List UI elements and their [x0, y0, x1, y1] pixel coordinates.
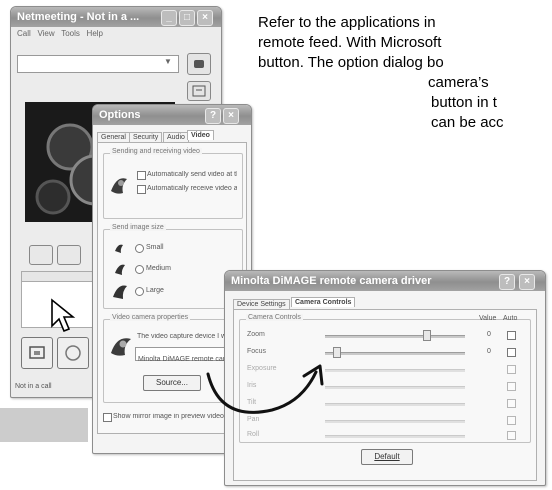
size-large-radio[interactable]	[135, 287, 144, 296]
zoom-slider-thumb[interactable]	[423, 330, 431, 341]
chat-icon	[65, 345, 81, 361]
pan-auto-checkbox	[507, 416, 516, 425]
help-icon[interactable]: ?	[205, 108, 221, 124]
col-auto: Auto	[503, 315, 518, 322]
zoom-value: 0	[487, 331, 491, 338]
auto-send-label: Automatically send video at the start of…	[147, 171, 237, 178]
size-medium-radio[interactable]	[135, 265, 144, 274]
paragraph-line-4: camera’s	[428, 74, 489, 91]
menu-tools[interactable]: Tools	[61, 29, 80, 38]
menu-help[interactable]: Help	[87, 29, 103, 38]
menu-call[interactable]: Call	[17, 29, 31, 38]
camera-text: The video capture device I want to use i…	[137, 333, 237, 340]
maximize-icon[interactable]: □	[179, 10, 195, 26]
options-title: Options	[99, 109, 141, 121]
tab-audio[interactable]: Audio	[163, 132, 189, 142]
gray-tab-block	[0, 408, 88, 442]
netmeeting-title: Netmeeting - Not in a ...	[17, 11, 140, 23]
share-button[interactable]	[21, 337, 53, 369]
minimize-icon[interactable]: _	[161, 10, 177, 26]
auto-send-checkbox[interactable]	[137, 171, 146, 180]
roll-auto-checkbox	[507, 431, 516, 440]
camera-medium-icon	[115, 264, 125, 275]
play-button[interactable]	[29, 245, 53, 265]
status-text: Not in a call	[15, 383, 52, 390]
auto-receive-checkbox[interactable]	[137, 185, 146, 194]
close-icon[interactable]: ×	[197, 10, 213, 26]
paragraph-line-2: remote feed. With Microsoft	[258, 34, 442, 51]
size-group-label: Send image size	[110, 224, 166, 231]
close-icon[interactable]: ×	[519, 274, 535, 290]
focus-value: 0	[487, 348, 491, 355]
camera-controls-label: Camera Controls	[246, 314, 303, 321]
driver-title: Minolta DiMAGE remote camera driver	[231, 275, 432, 287]
call-button[interactable]	[187, 53, 211, 75]
source-button[interactable]: Source...	[143, 375, 201, 391]
row-roll-label: Roll	[247, 431, 260, 438]
size-small-label: Small	[146, 244, 164, 251]
exposure-auto-checkbox	[507, 365, 516, 374]
focus-auto-checkbox[interactable]	[507, 348, 516, 357]
phone-icon	[194, 60, 204, 68]
close-icon[interactable]: ×	[223, 108, 239, 124]
tilt-slider	[325, 403, 465, 406]
mirror-checkbox[interactable]	[103, 413, 112, 422]
address-combobox[interactable]	[17, 55, 179, 73]
zoom-slider[interactable]	[325, 335, 465, 338]
camera-group-label: Video camera properties	[110, 314, 191, 321]
iris-auto-checkbox	[507, 382, 516, 391]
arrow-cursor-icon	[51, 298, 76, 333]
zoom-auto-checkbox[interactable]	[507, 331, 516, 340]
size-small-radio[interactable]	[135, 244, 144, 253]
camera-icon	[111, 178, 127, 194]
menu-bar: Call View Tools Help	[11, 27, 221, 40]
sending-group-label: Sending and receiving video	[110, 148, 202, 155]
paragraph-line-5: button in t	[431, 94, 497, 111]
size-medium-label: Medium	[146, 265, 171, 272]
camera-small-icon	[115, 244, 123, 253]
tab-video[interactable]: Video	[187, 130, 214, 140]
size-large-label: Large	[146, 287, 164, 294]
roll-slider	[325, 435, 465, 438]
tab-security[interactable]: Security	[129, 132, 163, 142]
tab-general[interactable]: General	[97, 132, 130, 142]
focus-slider[interactable]	[325, 352, 465, 355]
menu-view[interactable]: View	[37, 29, 54, 38]
directory-button[interactable]	[187, 81, 211, 101]
curved-arrow-icon	[206, 364, 324, 414]
tab-camera-controls[interactable]: Camera Controls	[291, 297, 356, 307]
row-zoom-label: Zoom	[247, 331, 265, 338]
default-button[interactable]: Default	[361, 449, 413, 465]
col-value: Value	[479, 315, 497, 322]
iris-slider	[325, 386, 465, 389]
camera-large-icon	[113, 285, 127, 299]
driver-titlebar: Minolta DiMAGE remote camera driver	[225, 271, 545, 291]
paragraph-line-1: Refer to the applications in	[258, 14, 436, 31]
exposure-slider	[325, 369, 465, 372]
auto-receive-label: Automatically receive video at the start…	[147, 185, 237, 192]
paragraph-line-6: can be acc	[431, 114, 504, 131]
chat-button[interactable]	[57, 337, 89, 369]
directory-icon	[192, 85, 206, 97]
paragraph-line-3: button. The option dialog bo	[258, 54, 444, 71]
picture-button[interactable]	[57, 245, 81, 265]
share-icon	[29, 346, 45, 359]
tab-device-settings[interactable]: Device Settings	[233, 299, 290, 309]
video-device-icon	[111, 338, 131, 356]
pan-slider	[325, 420, 465, 423]
chevron-down-icon[interactable]: ▼	[164, 57, 172, 66]
tilt-auto-checkbox	[507, 399, 516, 408]
help-icon[interactable]: ?	[499, 274, 515, 290]
